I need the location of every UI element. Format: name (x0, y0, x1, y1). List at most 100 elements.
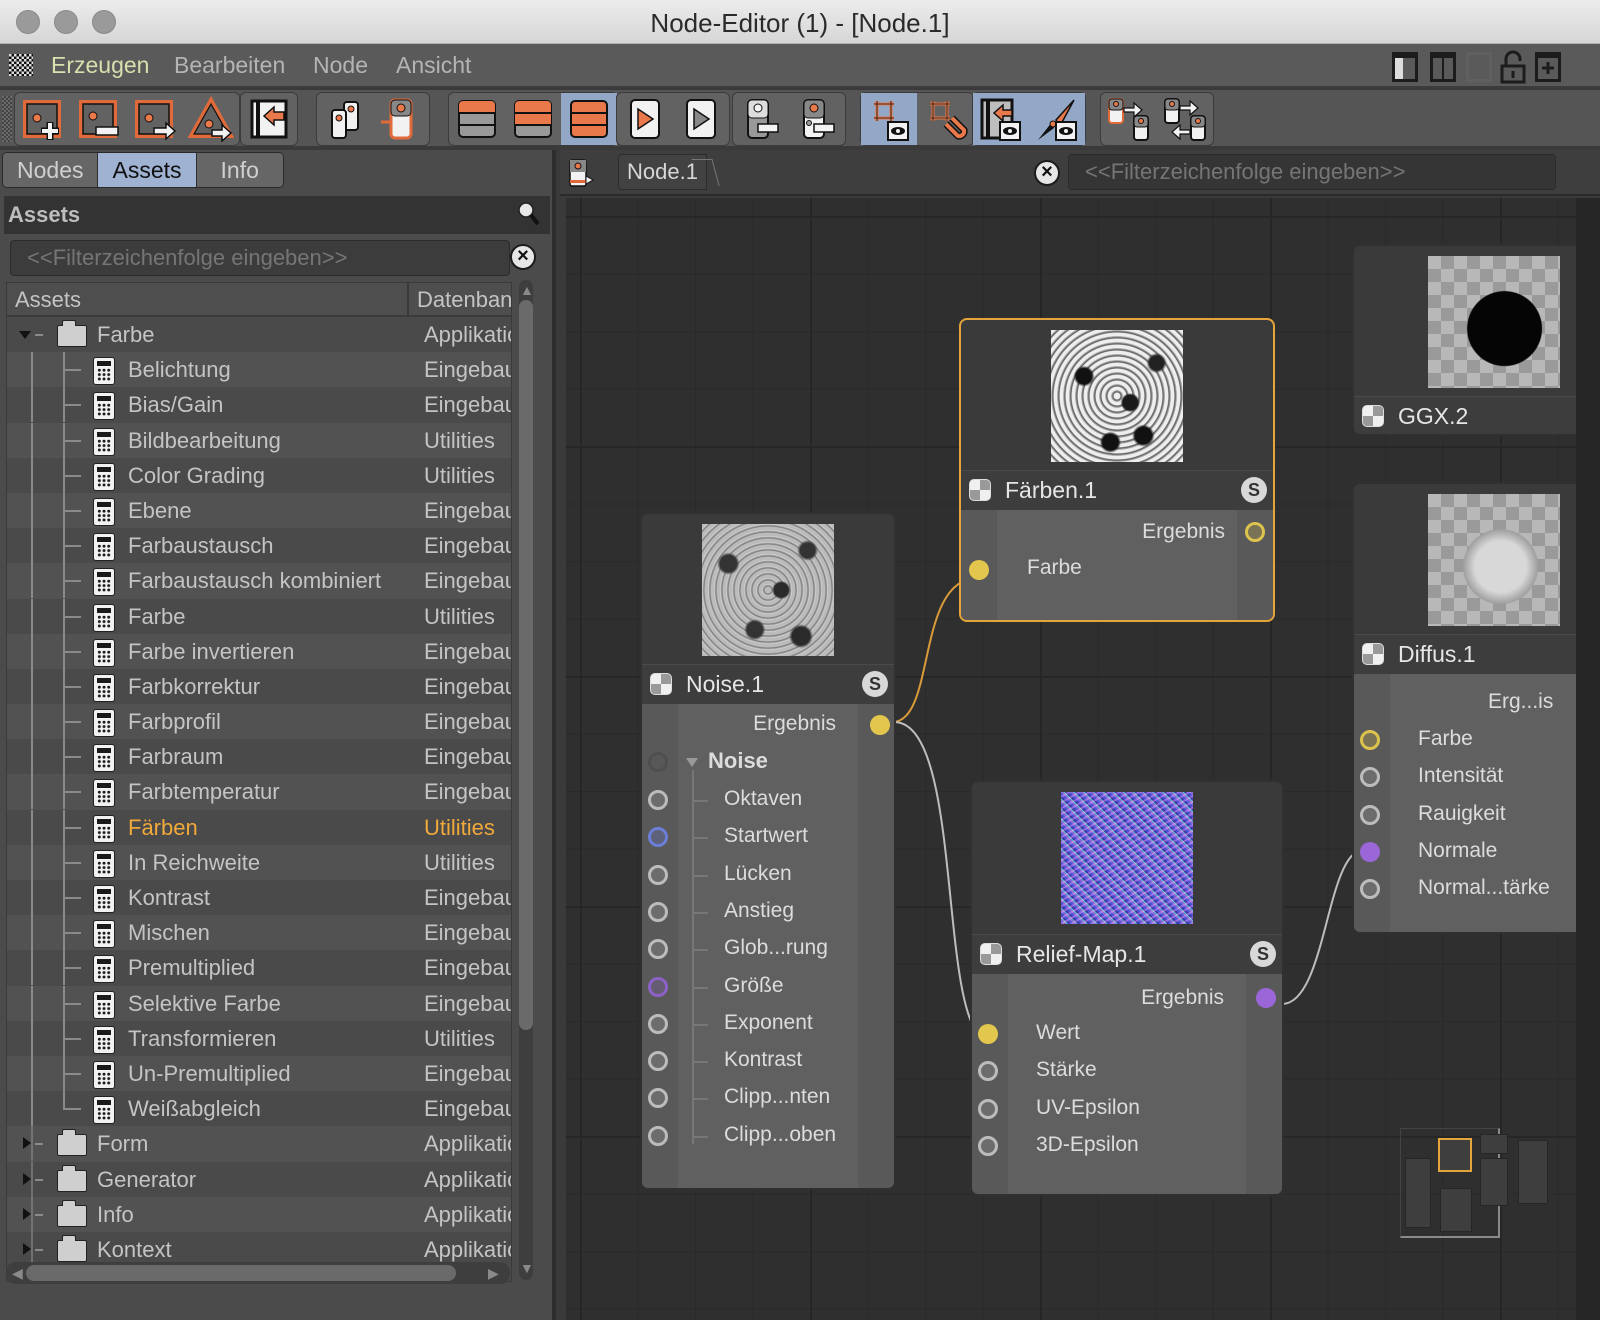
menu-erzeugen[interactable]: Erzeugen (51, 52, 149, 79)
layout-split-icon[interactable] (1430, 52, 1456, 82)
collapse-triangle-icon[interactable] (686, 758, 698, 767)
output-port-ergebnis[interactable] (870, 715, 890, 735)
tree-item-row[interactable]: Weißabgleich Eingebaut (7, 1091, 511, 1127)
tree-folder-row[interactable]: Form Applikation (7, 1126, 511, 1162)
scroll-down-arrow-icon[interactable]: ▼ (520, 1260, 534, 1276)
node-canvas[interactable]: Noise.1 S Ergebnis Noise Oktaven Startwer… (566, 198, 1576, 1320)
tree-item-row[interactable]: Farbkorrektur Eingebaut (7, 668, 511, 705)
input-port[interactable] (648, 1013, 668, 1034)
node-faerben[interactable]: Färben.1 S Ergebnis Farbe (959, 318, 1275, 622)
menu-bearbeiten[interactable]: Bearbeiten (174, 52, 285, 79)
input-port-noise-group[interactable] (648, 752, 668, 772)
navigator-minimap[interactable] (1400, 1128, 1566, 1308)
menu-ansicht[interactable]: Ansicht (396, 52, 471, 79)
input-port[interactable] (978, 1135, 998, 1156)
tab-nodes[interactable]: Nodes (3, 153, 99, 187)
input-port[interactable] (648, 1088, 668, 1109)
node-faerben-header[interactable]: Färben.1 S (961, 470, 1273, 510)
collapse-partial-button[interactable] (505, 93, 561, 145)
input-port[interactable] (1360, 767, 1380, 788)
input-port[interactable] (648, 1125, 668, 1146)
swap-ports-button[interactable] (1157, 93, 1213, 145)
add-node-button[interactable] (15, 93, 71, 145)
solo-button[interactable]: S (1250, 941, 1276, 967)
input-port[interactable] (1360, 841, 1380, 862)
column-header-datenbank[interactable]: Datenbank (407, 283, 511, 317)
remove-node-button[interactable] (71, 93, 127, 145)
scroll-right-arrow-icon[interactable]: ▶ (488, 1265, 499, 1282)
tree-horizontal-scrollbar[interactable]: ◀ ▶ (6, 1262, 510, 1284)
node-noise-header[interactable]: Noise.1 S (642, 664, 894, 704)
tree-item-row[interactable]: Bildbearbeitung Utilities (7, 422, 511, 458)
unlock-icon[interactable] (1500, 50, 1526, 84)
toolbar-grip[interactable] (2, 96, 12, 142)
tree-folder-row[interactable]: Info Applikation (7, 1196, 511, 1232)
node-relief-map[interactable]: Relief-Map.1 S Ergebnis Wert Stärke UV-Eps… (970, 780, 1284, 1196)
output-port-ergebnis[interactable] (1256, 988, 1276, 1008)
node-diffus-header[interactable]: Diffus.1 (1354, 634, 1576, 674)
tree-folder-row[interactable]: Generator Applikation (7, 1161, 511, 1197)
asset-filter-input[interactable] (10, 240, 510, 276)
expand-triangle-icon[interactable] (19, 331, 31, 339)
tree-item-row[interactable]: Mischen Eingebaut (7, 915, 511, 951)
collapsed-triangle-icon[interactable] (23, 1207, 31, 1220)
vertical-scroll-thumb[interactable] (519, 300, 533, 1030)
new-window-icon[interactable] (1535, 52, 1561, 82)
tree-item-row[interactable]: Premultiplied Eingebaut (7, 950, 511, 986)
solo-button[interactable]: S (1241, 477, 1267, 503)
navigate-up-icon[interactable] (568, 158, 594, 188)
input-port[interactable] (978, 1061, 998, 1082)
input-port[interactable] (648, 790, 668, 810)
node-ggx-header[interactable]: GGX.2 (1354, 396, 1576, 434)
tree-item-row[interactable]: Farbe invertieren Eingebaut (7, 633, 511, 669)
input-port[interactable] (1360, 879, 1380, 900)
expand-all-button[interactable] (561, 93, 617, 145)
input-port[interactable] (648, 901, 668, 922)
tree-item-row[interactable]: Farbtemperatur Eingebaut (7, 774, 511, 810)
input-port[interactable] (978, 1024, 998, 1044)
solo-button[interactable]: S (862, 671, 888, 697)
collapsed-triangle-icon[interactable] (23, 1172, 31, 1185)
play-orange-button[interactable] (617, 93, 673, 145)
collapsed-triangle-icon[interactable] (23, 1242, 31, 1255)
drag-grip-icon[interactable] (9, 54, 33, 76)
scroll-left-arrow-icon[interactable]: ◀ (12, 1265, 23, 1282)
tree-item-row[interactable]: In Reichweite Utilities (7, 844, 511, 880)
collapse-none-button[interactable] (449, 93, 505, 145)
tree-item-row[interactable]: Color Grading Utilities (7, 457, 511, 493)
input-port[interactable] (1360, 730, 1380, 750)
tree-item-row[interactable]: Selektive Farbe Eingebaut (7, 985, 511, 1021)
node-relief-header[interactable]: Relief-Map.1 S (972, 934, 1282, 974)
tab-info[interactable]: Info (196, 153, 283, 187)
tree-item-row[interactable]: Färben Utilities (7, 809, 511, 845)
breadcrumb-node[interactable]: Node.1 (618, 154, 707, 190)
tree-item-row[interactable]: Farbraum Eingebaut (7, 739, 511, 775)
collapsed-triangle-icon[interactable] (23, 1137, 31, 1150)
clear-editor-filter-icon[interactable]: × (1034, 160, 1060, 186)
node-filter-input[interactable] (1068, 154, 1556, 190)
layout-single-icon[interactable] (1392, 52, 1418, 82)
search-icon[interactable] (516, 200, 540, 228)
tree-folder-row[interactable]: Farbe Applikation (7, 317, 511, 353)
import-button[interactable] (241, 93, 297, 145)
pointer-view-button[interactable] (1029, 93, 1085, 145)
input-port[interactable] (648, 827, 668, 848)
port-in-button[interactable] (789, 93, 845, 145)
tree-item-row[interactable]: Bias/Gain Eingebaut (7, 387, 511, 423)
input-port[interactable] (648, 1051, 668, 1072)
group-nodes-button[interactable] (317, 93, 373, 145)
add-asset-button[interactable] (183, 93, 239, 145)
tree-item-row[interactable]: Ebene Eingebaut (7, 492, 511, 529)
node-ggx[interactable]: GGX.2 (1352, 244, 1576, 436)
menu-node[interactable]: Node (313, 52, 368, 79)
tree-item-row[interactable]: Farbprofil Eingebaut (7, 704, 511, 740)
node-noise[interactable]: Noise.1 S Ergebnis Noise Oktaven Startwer… (640, 512, 896, 1190)
tree-item-row[interactable]: Farbaustausch kombiniert Eingebaut (7, 563, 511, 599)
tree-item-row[interactable]: Un-Premultiplied Eingebaut (7, 1055, 511, 1092)
output-port-ergebnis[interactable] (1245, 522, 1265, 542)
tree-item-row[interactable]: Belichtung Eingebaut (7, 352, 511, 388)
tree-item-row[interactable]: Transformieren Utilities (7, 1020, 511, 1056)
input-port[interactable] (978, 1098, 998, 1119)
node-port-button[interactable] (373, 93, 429, 145)
tree-item-row[interactable]: Farbe Utilities (7, 598, 511, 634)
